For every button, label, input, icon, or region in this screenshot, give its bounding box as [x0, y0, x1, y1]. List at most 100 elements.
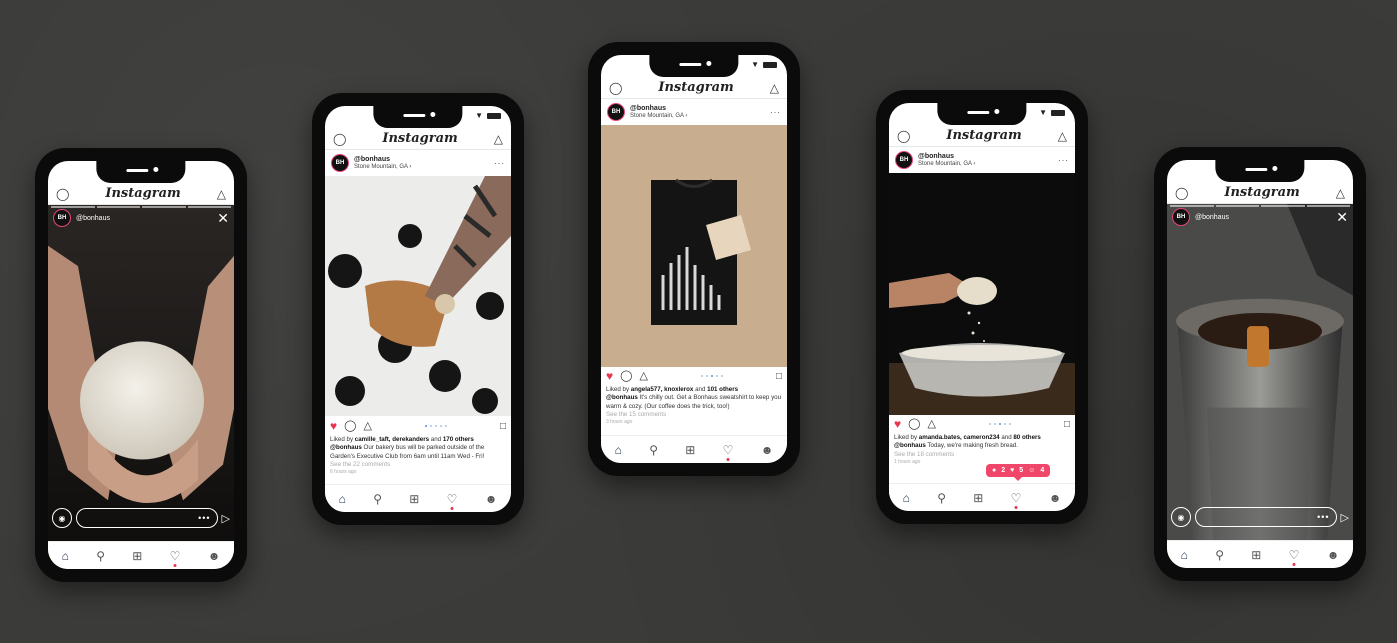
heart-icon[interactable]: ♡: [723, 444, 733, 461]
heart-icon[interactable]: ♡: [170, 550, 180, 567]
post-header: BH @bonhaus Stone Mountain, GA › ···: [889, 147, 1075, 173]
carousel-dots: [943, 423, 1057, 425]
reply-input[interactable]: •••: [76, 508, 218, 528]
post-location[interactable]: Stone Mountain, GA ›: [354, 164, 489, 171]
avatar[interactable]: BH: [53, 209, 71, 227]
comment-icon[interactable]: ◯: [908, 418, 920, 430]
activity-notification[interactable]: ● 2 ♥ 5 ☺ 4: [986, 464, 1051, 481]
share-icon[interactable]: △: [363, 420, 371, 432]
phone-1-screen: ▼ ◯ Instagram △ BH @bonhaus ✕ ◉ ••• ▷ ⌂ …: [48, 161, 234, 569]
comment-icon[interactable]: ◯: [620, 370, 632, 382]
post-photo: [325, 176, 511, 416]
more-icon[interactable]: ···: [770, 108, 781, 117]
bookmark-icon[interactable]: □: [776, 371, 782, 382]
story-progress: [48, 206, 234, 208]
notch: [373, 106, 463, 128]
send-icon[interactable]: △: [1058, 130, 1067, 142]
add-icon[interactable]: ⊞: [1251, 549, 1261, 561]
more-icon[interactable]: ···: [494, 159, 505, 168]
send-icon[interactable]: △: [217, 188, 226, 200]
notch: [649, 55, 739, 77]
wifi-icon: ▼: [1317, 165, 1325, 174]
avatar[interactable]: BH: [607, 103, 625, 121]
camera-icon[interactable]: ◯: [609, 82, 622, 94]
send-icon[interactable]: ▷: [1341, 511, 1349, 524]
comment-icon[interactable]: ◯: [344, 420, 356, 432]
share-icon[interactable]: △: [639, 370, 647, 382]
heart-icon[interactable]: ♡: [1289, 549, 1299, 566]
instagram-header: ◯ Instagram △: [889, 125, 1075, 147]
tab-bar: ⌂ ⚲ ⊞ ♡ ☻: [325, 484, 511, 512]
avatar[interactable]: BH: [1172, 208, 1190, 226]
like-heart-icon[interactable]: ♥: [606, 370, 613, 382]
comments-link[interactable]: See the 18 comments: [894, 451, 1070, 459]
more-icon[interactable]: ···: [1058, 156, 1069, 165]
home-icon[interactable]: ⌂: [615, 444, 622, 456]
heart-icon[interactable]: ♡: [1011, 492, 1021, 509]
avatar[interactable]: BH: [331, 154, 349, 172]
comments-link[interactable]: See the 15 comments: [606, 411, 782, 419]
search-icon[interactable]: ⚲: [1215, 549, 1224, 561]
search-icon[interactable]: ⚲: [937, 492, 946, 504]
camera-icon[interactable]: ◯: [56, 188, 69, 200]
home-icon[interactable]: ⌂: [903, 492, 910, 504]
post-username[interactable]: @bonhaus: [918, 153, 1053, 161]
add-icon[interactable]: ⊞: [132, 550, 142, 562]
search-icon[interactable]: ⚲: [373, 493, 382, 505]
camera-icon[interactable]: ◯: [1175, 187, 1188, 199]
send-icon[interactable]: △: [1336, 187, 1345, 199]
story-username[interactable]: @bonhaus: [76, 215, 110, 222]
avatar[interactable]: BH: [895, 151, 913, 169]
search-icon[interactable]: ⚲: [96, 550, 105, 562]
bookmark-icon[interactable]: □: [500, 421, 506, 432]
post-username[interactable]: @bonhaus: [630, 105, 765, 113]
phone-3-screen: ▼ ◯ Instagram △ BH @bonhaus Stone Mountai…: [601, 55, 787, 463]
phone-1: ▼ ◯ Instagram △ BH @bonhaus ✕ ◉ ••• ▷ ⌂ …: [35, 148, 247, 582]
wifi-icon: ▼: [198, 166, 206, 175]
profile-icon[interactable]: ☻: [1049, 492, 1062, 504]
post-caption: Liked by amanda.bates, cameron234 and 80…: [894, 434, 1070, 466]
comment-count-icon: ●: [992, 467, 997, 474]
post-location[interactable]: Stone Mountain, GA ›: [918, 161, 1053, 168]
camera-icon[interactable]: ◯: [333, 133, 346, 145]
post-username[interactable]: @bonhaus: [354, 156, 489, 164]
story-username[interactable]: @bonhaus: [1195, 214, 1229, 221]
bookmark-icon[interactable]: □: [1064, 419, 1070, 430]
camera-icon[interactable]: ◉: [1171, 507, 1191, 527]
add-icon[interactable]: ⊞: [685, 444, 695, 456]
like-count-icon: ♥: [1010, 467, 1015, 474]
profile-icon[interactable]: ☻: [485, 493, 498, 505]
story-photo: [48, 205, 234, 541]
send-icon[interactable]: ▷: [222, 512, 230, 525]
add-icon[interactable]: ⊞: [409, 493, 419, 505]
send-icon[interactable]: △: [494, 133, 503, 145]
reply-input[interactable]: •••: [1195, 507, 1337, 527]
add-icon[interactable]: ⊞: [973, 492, 983, 504]
instagram-header: ◯ Instagram △: [1167, 182, 1353, 204]
phone-2: ▼ ◯ Instagram △ BH @bonhaus Stone Mountai…: [312, 93, 524, 525]
camera-icon[interactable]: ◯: [897, 130, 910, 142]
close-icon[interactable]: ✕: [1336, 209, 1348, 226]
post-photo: [889, 173, 1075, 415]
status-bar: ▼: [1039, 109, 1065, 117]
wifi-icon: ▼: [475, 111, 483, 120]
camera-icon[interactable]: ◉: [52, 508, 72, 528]
like-heart-icon[interactable]: ♥: [894, 418, 901, 430]
home-icon[interactable]: ⌂: [339, 493, 346, 505]
notch: [96, 161, 186, 183]
send-icon[interactable]: △: [770, 82, 779, 94]
share-icon[interactable]: △: [927, 418, 935, 430]
like-heart-icon[interactable]: ♥: [330, 420, 337, 432]
home-icon[interactable]: ⌂: [62, 550, 69, 562]
close-icon[interactable]: ✕: [217, 210, 229, 227]
heart-icon[interactable]: ♡: [447, 493, 457, 510]
comments-link[interactable]: See the 22 comments: [330, 461, 506, 469]
profile-icon[interactable]: ☻: [1327, 549, 1340, 561]
search-icon[interactable]: ⚲: [649, 444, 658, 456]
profile-icon[interactable]: ☻: [208, 550, 221, 562]
home-icon[interactable]: ⌂: [1181, 549, 1188, 561]
app-title: Instagram: [946, 128, 1022, 143]
profile-icon[interactable]: ☻: [761, 444, 774, 456]
post-location[interactable]: Stone Mountain, GA ›: [630, 113, 765, 120]
wifi-icon: ▼: [1039, 108, 1047, 117]
